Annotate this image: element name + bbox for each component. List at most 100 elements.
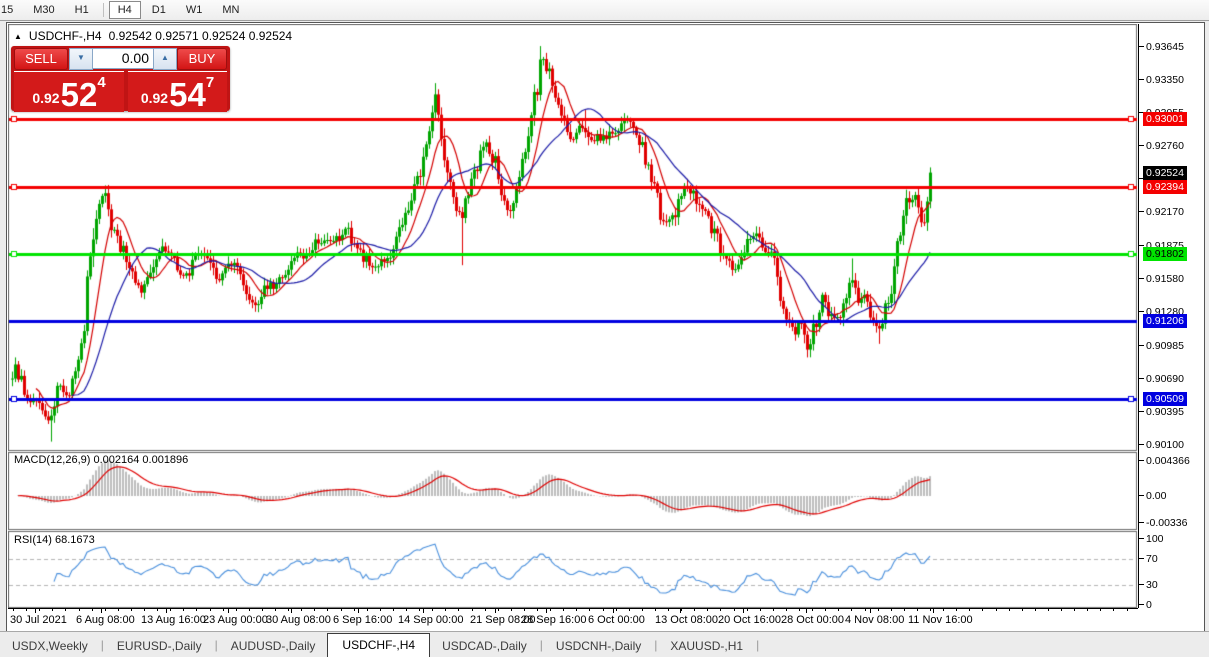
time-tick-mark: [262, 609, 263, 611]
time-tick-mark: [943, 609, 944, 611]
time-major-tick: [101, 609, 102, 613]
price-tick-label: 0.92170: [1146, 206, 1184, 218]
timeframe-button-mn[interactable]: MN: [213, 1, 248, 19]
chart-tab-usdchf-h4[interactable]: USDCHF-,H4: [327, 633, 430, 657]
rsi-tick-mark: [1139, 538, 1144, 539]
time-tick-mark: [878, 609, 879, 611]
time-tick-mark: [930, 609, 931, 611]
time-tick-mark: [891, 609, 892, 611]
volume-up-button[interactable]: ▲: [153, 48, 177, 70]
time-tick-mark: [223, 609, 224, 611]
volume-down-button[interactable]: ▼: [69, 48, 93, 70]
price-tick-mark: [1139, 211, 1144, 212]
chart-tab-usdx-weekly[interactable]: USDX,Weekly: [0, 635, 100, 657]
time-tick-mark: [904, 609, 905, 611]
timeframe-button-15[interactable]: 15: [0, 1, 22, 19]
time-tick-mark: [65, 609, 66, 611]
time-tick-mark: [1009, 609, 1010, 611]
hline-price-badge: 0.92394: [1143, 180, 1187, 194]
time-major-tick: [806, 609, 807, 613]
time-major-tick: [546, 609, 547, 613]
time-tick-label: 13 Aug 16:00: [141, 614, 206, 626]
chart-tab-eurusd-daily[interactable]: EURUSD-,Daily: [105, 635, 214, 657]
time-tick-mark: [760, 609, 761, 611]
time-tick-mark: [485, 609, 486, 611]
price-tick-label: 0.90690: [1146, 373, 1184, 385]
toolbar-divider: [103, 3, 104, 17]
time-tick-mark: [498, 609, 499, 611]
time-tick-mark: [589, 609, 590, 611]
buy-price-prefix: 0.92: [141, 90, 168, 106]
time-tick-mark: [603, 609, 604, 611]
price-tick-mark: [1139, 411, 1144, 412]
time-tick-label: 6 Oct 00:00: [588, 614, 645, 626]
time-tick-label: 28 Oct 00:00: [781, 614, 844, 626]
time-tick-mark: [1061, 609, 1062, 611]
time-tick-label: 4 Nov 08:00: [845, 614, 904, 626]
sell-price-display[interactable]: 0.92 52 4: [14, 71, 124, 112]
chart-tab-usdcnh-daily[interactable]: USDCNH-,Daily: [544, 635, 653, 657]
one-click-trading-panel: SELL ▼ 0.00 ▲ BUY 0.92 52 4 0.92 54 7: [11, 46, 230, 111]
time-tick-label: 13 Oct 08:00: [655, 614, 718, 626]
price-tick-label: 0.91580: [1146, 273, 1184, 285]
time-tick-label: 30 Jul 2021: [10, 614, 67, 626]
time-axis[interactable]: 30 Jul 20216 Aug 08:0013 Aug 16:0023 Aug…: [8, 608, 1138, 630]
time-tick-mark: [419, 609, 420, 611]
macd-tick-label: 0.004366: [1146, 455, 1190, 467]
time-tick-mark: [720, 609, 721, 611]
price-tick-label: 0.93645: [1146, 41, 1184, 53]
macd-tick-mark: [1139, 495, 1144, 496]
time-major-tick: [423, 609, 424, 613]
time-major-tick: [743, 609, 744, 613]
time-tick-mark: [550, 609, 551, 611]
hline-price-badge: 0.91206: [1143, 314, 1187, 328]
time-tick-mark: [432, 609, 433, 611]
rsi-tick-label: 0: [1146, 599, 1152, 611]
time-tick-mark: [865, 609, 866, 611]
chart-tabs: USDX,Weekly|EURUSD-,Daily|AUDUSD-,DailyU…: [0, 631, 1209, 657]
time-tick-mark: [1048, 609, 1049, 611]
chart-tab-usdcad-daily[interactable]: USDCAD-,Daily: [430, 635, 539, 657]
time-tick-mark: [576, 609, 577, 611]
time-tick-mark: [393, 609, 394, 611]
time-major-tick: [35, 609, 36, 613]
timeframe-button-h1[interactable]: H1: [66, 1, 98, 19]
time-major-tick: [870, 609, 871, 613]
time-tick-mark: [354, 609, 355, 611]
sell-price-prefix: 0.92: [32, 90, 59, 106]
time-tick-mark: [681, 609, 682, 611]
timeframe-button-h4[interactable]: H4: [109, 1, 141, 19]
price-tick-mark: [1139, 278, 1144, 279]
price-axis[interactable]: 0.936450.933500.930550.927600.924650.921…: [1138, 24, 1203, 608]
sell-button[interactable]: SELL: [14, 48, 68, 70]
time-tick-mark: [314, 609, 315, 611]
timeframe-button-w1[interactable]: W1: [177, 1, 212, 19]
time-major-tick: [166, 609, 167, 613]
time-tick-mark: [642, 609, 643, 611]
time-tick-mark: [1074, 609, 1075, 611]
time-tick-mark: [52, 609, 53, 611]
time-tick-mark: [105, 609, 106, 611]
time-tick-mark: [996, 609, 997, 611]
time-tick-mark: [982, 609, 983, 611]
timeframe-button-d1[interactable]: D1: [143, 1, 175, 19]
time-tick-mark: [196, 609, 197, 611]
chart-tab-xauusd-h1[interactable]: XAUUSD-,H1: [658, 635, 755, 657]
hline-price-badge: 0.90509: [1143, 392, 1187, 406]
time-tick-mark: [917, 609, 918, 611]
time-tick-mark: [249, 609, 250, 611]
timeframe-button-m30[interactable]: M30: [24, 1, 63, 19]
time-tick-mark: [458, 609, 459, 611]
buy-price-display[interactable]: 0.92 54 7: [128, 71, 227, 112]
buy-button[interactable]: BUY: [177, 48, 227, 70]
current-price-badge: 0.92524: [1143, 166, 1187, 180]
time-tick-mark: [26, 609, 27, 611]
volume-spinner: ▼ 0.00 ▲: [69, 48, 177, 68]
rsi-tick-mark: [1139, 584, 1144, 585]
volume-field[interactable]: 0.00: [93, 48, 153, 69]
chart-tab-audusd-daily[interactable]: AUDUSD-,Daily: [219, 635, 328, 657]
chart-title-ohlc: 0.92542 0.92571 0.92524 0.92524: [109, 29, 293, 43]
time-tick-mark: [1022, 609, 1023, 611]
collapse-icon[interactable]: ▲: [14, 32, 22, 41]
time-tick-mark: [969, 609, 970, 611]
